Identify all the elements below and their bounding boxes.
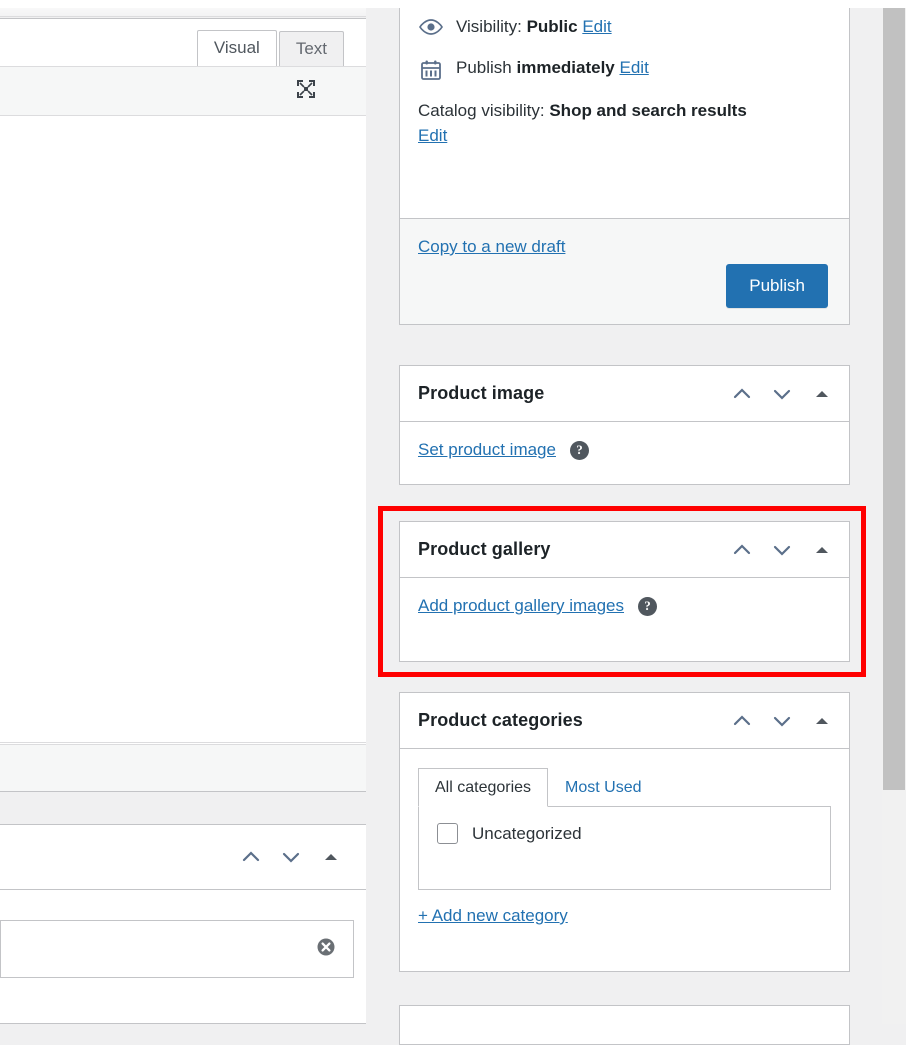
set-product-image-link[interactable]: Set product image	[418, 440, 556, 460]
product-categories-handle-actions	[729, 708, 835, 734]
visibility-edit-link[interactable]: Edit	[582, 17, 611, 36]
content-editor-panel: Visual Text	[0, 18, 367, 792]
category-checklist: Uncategorized	[418, 806, 831, 890]
scrollbar-thumb[interactable]	[883, 8, 905, 790]
product-categories-postbox: Product categories All categories Most U…	[399, 692, 850, 972]
publish-button[interactable]: Publish	[726, 264, 828, 308]
triangle-up-icon[interactable]	[809, 708, 835, 734]
next-postbox-partial	[399, 1005, 850, 1045]
schedule-label: Publish	[456, 58, 512, 77]
misc-publishing-actions: Visibility: Public Edit	[400, 0, 849, 162]
eye-icon	[418, 16, 444, 36]
left-lower-postbox-header	[0, 825, 366, 890]
help-icon[interactable]: ?	[638, 597, 657, 616]
major-publishing-actions: Copy to a new draft Publish	[400, 218, 849, 324]
list-item[interactable]: Uncategorized	[437, 823, 830, 844]
editor-left-column: Visual Text	[0, 0, 367, 1024]
add-new-category-link[interactable]: + Add new category	[418, 906, 568, 926]
category-label: Uncategorized	[472, 824, 582, 844]
editor-toolbar	[0, 66, 366, 116]
add-product-gallery-images-link[interactable]: Add product gallery images	[418, 596, 624, 616]
product-gallery-body: Add product gallery images ?	[400, 578, 849, 634]
product-image-handle-actions	[729, 381, 835, 407]
category-tabs: All categories Most Used	[418, 767, 831, 806]
help-icon[interactable]: ?	[570, 441, 589, 460]
category-checkbox-uncategorized[interactable]	[437, 823, 458, 844]
visibility-text: Visibility: Public Edit	[456, 16, 612, 39]
chevron-down-icon[interactable]	[278, 844, 304, 870]
chevron-up-icon[interactable]	[729, 708, 755, 734]
editor-status-bar	[0, 744, 366, 791]
vertical-scrollbar[interactable]	[882, 0, 906, 1024]
product-image-postbox: Product image Set product image ?	[399, 365, 850, 485]
column-gap	[366, 0, 399, 1024]
schedule-value: immediately	[517, 58, 615, 77]
catalog-value: Shop and search results	[549, 101, 746, 120]
editor-content-area[interactable]	[0, 117, 366, 743]
triangle-up-icon[interactable]	[318, 844, 344, 870]
tab-visual[interactable]: Visual	[197, 30, 277, 67]
copy-to-new-draft-link[interactable]: Copy to a new draft	[418, 237, 565, 256]
product-categories-body: All categories Most Used Uncategorized +…	[400, 749, 849, 940]
visibility-row: Visibility: Public Edit	[418, 16, 831, 39]
chevron-up-icon[interactable]	[238, 844, 264, 870]
product-categories-header: Product categories	[400, 693, 849, 749]
schedule-row: Publish immediately Edit	[418, 57, 831, 81]
triangle-up-icon[interactable]	[809, 381, 835, 407]
left-lower-postbox	[0, 824, 367, 1024]
tab-most-used[interactable]: Most Used	[548, 768, 658, 807]
catalog-label: Catalog visibility:	[418, 101, 545, 120]
top-white-strip	[0, 0, 906, 8]
product-image-header: Product image	[400, 366, 849, 422]
chevron-up-icon[interactable]	[729, 381, 755, 407]
chevron-up-icon[interactable]	[729, 537, 755, 563]
fullscreen-icon[interactable]	[294, 77, 318, 106]
product-gallery-postbox: Product gallery Add product gallery imag…	[399, 521, 850, 662]
visibility-value: Public	[527, 17, 578, 36]
catalog-edit-link[interactable]: Edit	[418, 126, 447, 145]
triangle-up-icon[interactable]	[809, 537, 835, 563]
product-image-body: Set product image ?	[400, 422, 849, 478]
calendar-icon	[418, 57, 444, 81]
editor-mode-tabs: Visual Text	[0, 19, 366, 66]
tab-text[interactable]: Text	[279, 31, 344, 67]
product-gallery-title: Product gallery	[418, 539, 551, 560]
product-gallery-handle-actions	[729, 537, 835, 563]
catalog-text: Catalog visibility: Shop and search resu…	[418, 101, 747, 120]
chevron-down-icon[interactable]	[769, 381, 795, 407]
left-lower-postbox-body	[0, 890, 366, 978]
product-gallery-header: Product gallery	[400, 522, 849, 578]
visibility-label: Visibility:	[456, 17, 522, 36]
clear-x-icon[interactable]	[315, 936, 337, 963]
publish-postbox: Visibility: Public Edit	[399, 0, 850, 325]
product-image-title: Product image	[418, 383, 544, 404]
product-categories-title: Product categories	[418, 710, 583, 731]
catalog-visibility-row: Catalog visibility: Shop and search resu…	[418, 99, 831, 148]
chevron-down-icon[interactable]	[769, 537, 795, 563]
schedule-edit-link[interactable]: Edit	[620, 58, 649, 77]
tab-all-categories[interactable]: All categories	[418, 768, 548, 807]
schedule-text: Publish immediately Edit	[456, 57, 649, 80]
left-search-input[interactable]	[0, 920, 354, 978]
chevron-down-icon[interactable]	[769, 708, 795, 734]
